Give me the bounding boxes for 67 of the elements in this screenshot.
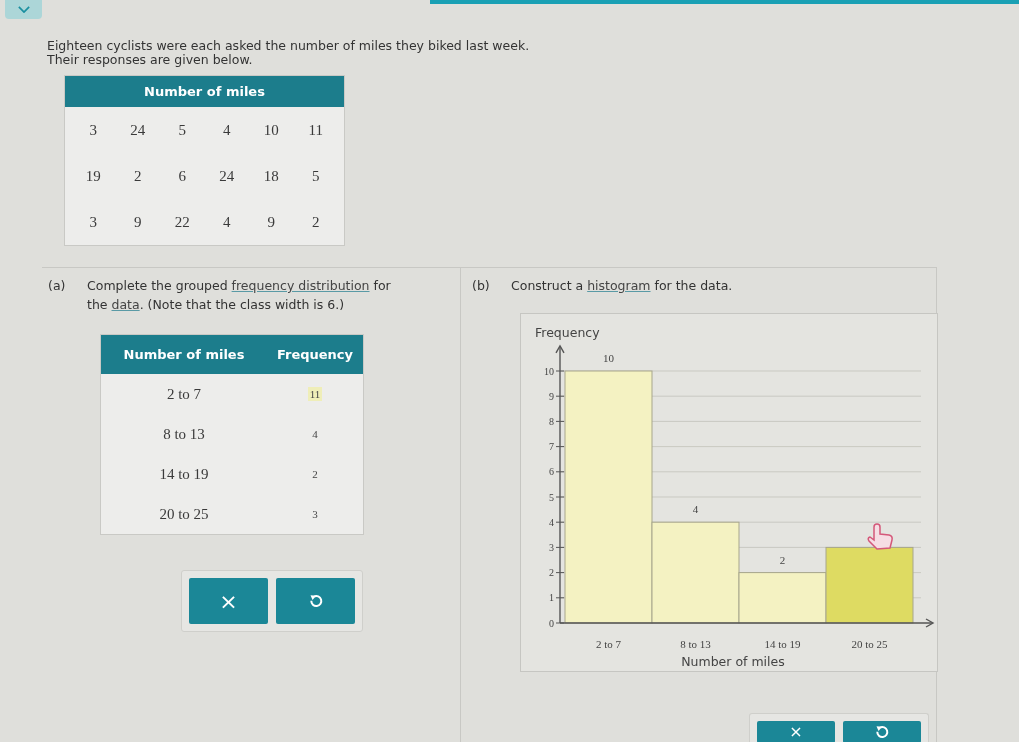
chevron-down-icon [17,6,30,13]
data-value: 5 [312,167,320,185]
glossary-link[interactable]: frequency distribution [231,278,370,293]
data-value: 3 [89,213,97,231]
axis-tick-label: 9 [549,390,554,402]
data-value: 2 [134,167,142,185]
question-prompt: Complete the grouped frequency distribution for the data. (Note that the class width is 6.) [87,277,392,314]
data-value: 18 [263,167,279,185]
question-text: Eighteen cyclists were each asked the number of miles they biked last week. [47,39,531,53]
data-value: 6 [178,167,186,185]
glossary-link[interactable]: data [111,297,140,312]
axis-tick-label: 5 [549,491,554,503]
frequency-value: 11 [307,387,323,401]
class-range: 14 to 19 [159,465,209,483]
bar-value-label: 2 [779,553,786,566]
collapse-toggle[interactable] [5,0,42,19]
axis-title: Number of miles [681,654,785,669]
bar-value-label: 10 [603,352,614,364]
clear-button[interactable]: × [757,721,835,742]
glossary-link[interactable]: histogram [587,278,651,293]
axis-tick-label: 6 [549,466,554,478]
column-header: Frequency [275,347,355,362]
frequency-value: 2 [311,467,319,481]
data-value: 9 [134,213,142,231]
data-value: 2 [312,213,320,231]
frequency-value: 4 [311,427,319,441]
class-range: 2 to 7 [166,385,202,403]
category-label: 20 to 25 [851,638,888,650]
data-value: 19 [85,167,101,185]
part-label: (a) [48,277,67,295]
data-value: 10 [263,121,279,139]
column-header: Number of miles [122,347,246,362]
data-value: 24 [130,121,146,139]
table-header: Number of miles [65,76,344,107]
category-label: 8 to 13 [680,638,711,650]
axis-tick-label: 1 [549,592,554,604]
data-value: 9 [267,213,275,231]
bar-value-label: 4 [692,503,699,516]
class-range: 8 to 13 [163,425,205,443]
data-value: 4 [223,121,231,139]
axis-tick-label: 10 [544,365,554,377]
data-value: 5 [178,121,186,139]
data-value: 24 [219,167,235,185]
axis-tick-label: 2 [549,567,554,579]
data-value: 11 [308,121,323,139]
category-label: 2 to 7 [595,638,622,650]
axis-tick-label: 8 [549,415,554,427]
axis-tick-label: 4 [549,516,554,528]
clear-button[interactable]: × [189,578,268,624]
category-label: 14 to 19 [764,638,801,650]
question-text: Their responses are given below. [47,52,254,66]
undo-icon [875,725,889,739]
data-value: 22 [174,213,190,231]
undo-button[interactable] [276,578,355,624]
question-prompt: Construct a histogram for the data. [511,277,733,295]
axis-tick-label: 0 [549,617,554,629]
part-label: (b) [472,277,491,295]
undo-button[interactable] [843,721,921,742]
axis-title: Frequency [535,325,600,340]
class-range: 20 to 25 [159,505,209,523]
data-value: 4 [223,213,231,231]
undo-icon [308,594,323,608]
data-value: 3 [89,121,97,139]
hand-cursor-icon [867,523,893,550]
axis-tick-label: 3 [549,541,554,553]
axis-tick-label: 7 [549,441,554,453]
frequency-value: 3 [311,507,319,521]
